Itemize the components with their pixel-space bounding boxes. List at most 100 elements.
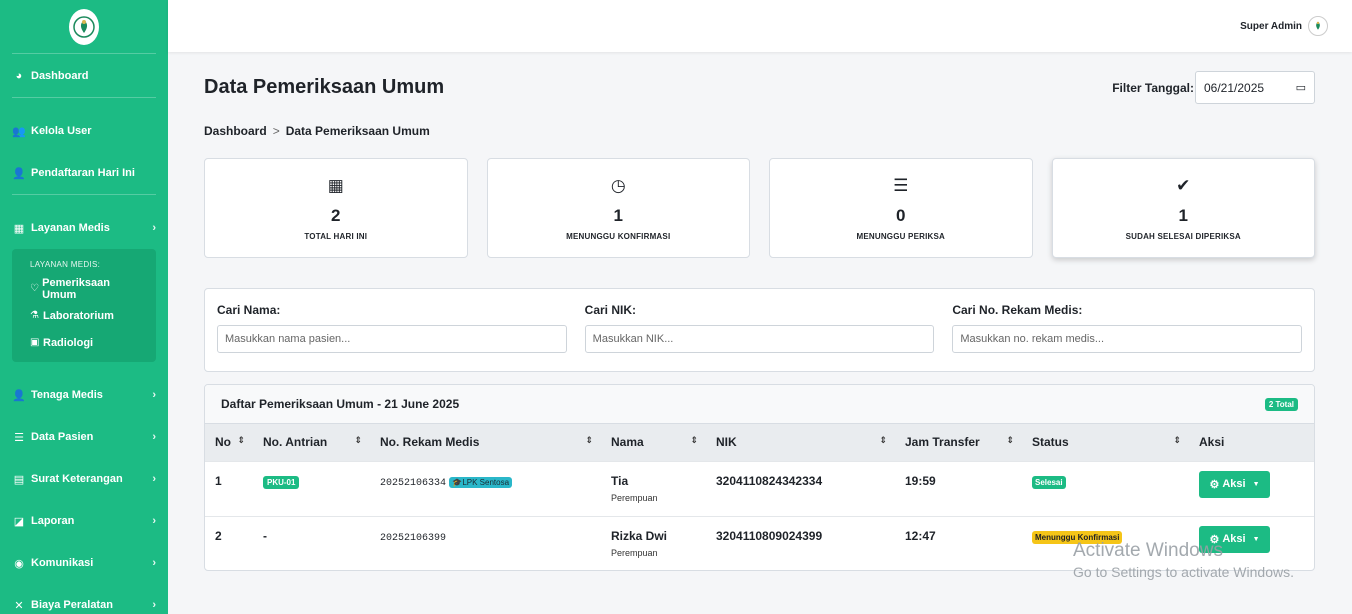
patient-gender: Perempuan xyxy=(611,492,658,503)
column-header-jam-transfer[interactable]: Jam Transfer ⇕ xyxy=(895,424,1022,461)
date-input[interactable]: 06/21/2025 ▭ xyxy=(1195,71,1315,104)
sort-icon[interactable]: ⇕ xyxy=(1006,435,1014,446)
search-rm-input[interactable] xyxy=(952,325,1303,353)
watermark-subtitle: Go to Settings to activate Windows. xyxy=(1073,564,1294,580)
table-row: 1 PKU-01 20252106334 🎓LPK Sentosa Tia Pe… xyxy=(205,460,1314,516)
stat-card-menunggu-periksa[interactable]: ☰ 0 MENUNGGU PERIKSA xyxy=(769,158,1033,258)
sidebar-item-laboratorium[interactable]: ⚗ Laboratorium xyxy=(12,302,156,329)
sidebar-item-pemeriksaan-umum[interactable]: ♡ Pemeriksaan Umum xyxy=(12,275,156,302)
stat-value: 0 xyxy=(896,205,906,225)
sort-icon[interactable]: ⇕ xyxy=(585,435,593,446)
sidebar-item-dashboard[interactable]: ◕ Dashboard xyxy=(0,55,168,97)
page-title: Data Pemeriksaan Umum xyxy=(204,76,445,98)
sidebar-item-layanan-medis[interactable]: ▦ Layanan Medis › xyxy=(0,207,168,249)
sort-icon[interactable]: ⇕ xyxy=(690,435,698,446)
stat-label: TOTAL HARI INI xyxy=(304,231,368,241)
calendar-picker-icon[interactable]: ▭ xyxy=(1296,81,1306,94)
table-title: Daftar Pemeriksaan Umum - 21 June 2025 xyxy=(221,397,460,411)
users-icon: 👥 xyxy=(12,125,26,138)
filter-label: Filter Tanggal: xyxy=(1112,80,1194,95)
column-label: NIK xyxy=(716,435,737,450)
search-nama-label: Cari Nama: xyxy=(217,303,281,317)
sidebar-item-tenaga-medis[interactable]: 👤 Tenaga Medis › xyxy=(0,374,168,416)
stat-card-total[interactable]: ▦ 2 TOTAL HARI INI xyxy=(204,158,468,258)
column-header-rekam-medis[interactable]: No. Rekam Medis ⇕ xyxy=(370,424,601,461)
gear-icon: ⚙ xyxy=(1209,478,1220,491)
file-icon: ▤ xyxy=(13,473,25,486)
cell-nik: 3204110824342334 xyxy=(706,460,895,516)
status-badge: Selesai xyxy=(1032,475,1066,489)
column-header-status[interactable]: Status ⇕ xyxy=(1022,424,1189,461)
column-header-nama[interactable]: Nama ⇕ xyxy=(601,424,706,461)
search-nik-label: Cari NIK: xyxy=(584,303,637,317)
xray-icon: ▣ xyxy=(30,337,40,348)
chart-icon: ◪ xyxy=(13,515,25,528)
cell-no: 1 xyxy=(205,460,253,516)
sort-icon[interactable]: ⇕ xyxy=(1173,435,1181,446)
avatar[interactable] xyxy=(1308,16,1328,36)
search-nama-input[interactable] xyxy=(217,325,567,353)
sort-icon[interactable]: ⇕ xyxy=(879,435,887,446)
sidebar-item-label: Data Pasien xyxy=(31,431,94,443)
logo[interactable] xyxy=(69,8,99,45)
sidebar-item-komunikasi[interactable]: ◉ Komunikasi › xyxy=(0,542,168,584)
breadcrumb-item-dashboard[interactable]: Dashboard xyxy=(204,124,267,138)
aksi-dropdown-button[interactable]: ⚙ Aksi ▼ xyxy=(1199,470,1270,498)
chevron-right-icon: › xyxy=(152,222,156,234)
sidebar-item-label: Tenaga Medis xyxy=(31,389,103,401)
cell-rekam-medis: 20252106334 🎓LPK Sentosa xyxy=(370,460,601,516)
lpk-badge: 🎓LPK Sentosa xyxy=(449,476,513,488)
avatar-emblem-icon xyxy=(1316,21,1320,30)
column-label: No. Rekam Medis xyxy=(380,435,480,450)
cell-jam-transfer: 12:47 xyxy=(895,515,1022,570)
table-header: Daftar Pemeriksaan Umum - 21 June 2025 2… xyxy=(205,385,1314,424)
watermark-title: Activate Windows xyxy=(1073,540,1223,561)
sidebar-item-radiologi[interactable]: ▣ Radiologi xyxy=(12,329,156,356)
aksi-label: Aksi xyxy=(1222,478,1246,490)
rekam-medis-value: 20252106399 xyxy=(380,532,447,544)
column-header-no[interactable]: No ⇕ xyxy=(205,424,253,461)
breadcrumb-item-current: Data Pemeriksaan Umum xyxy=(285,124,430,138)
sidebar-item-laporan[interactable]: ◪ Laporan › xyxy=(0,500,168,542)
search-nik-group: Cari NIK: xyxy=(584,303,935,371)
stat-value: 1 xyxy=(613,205,623,225)
sidebar-item-surat-keterangan[interactable]: ▤ Surat Keterangan › xyxy=(0,458,168,500)
stat-card-menunggu-konfirmasi[interactable]: ◷ 1 MENUNGGU KONFIRMASI xyxy=(486,158,750,258)
lpk-label: LPK Sentosa xyxy=(462,477,510,487)
search-nama-group: Cari Nama: xyxy=(217,303,567,371)
column-label: No. Antrian xyxy=(263,435,328,450)
stat-value: 2 xyxy=(331,205,341,225)
cell-antrian: PKU-01 xyxy=(253,460,370,516)
cell-nik: 3204110809024399 xyxy=(706,515,895,570)
patient-name: Tia xyxy=(611,473,629,488)
flask-icon: ⚗ xyxy=(30,310,39,321)
column-header-antrian[interactable]: No. Antrian ⇕ xyxy=(253,424,370,461)
dashboard-icon: ◕ xyxy=(15,70,23,82)
sidebar-item-label: Layanan Medis xyxy=(31,222,110,234)
cell-jam-transfer: 19:59 xyxy=(895,460,1022,516)
user-name[interactable]: Super Admin xyxy=(1240,21,1302,32)
search-nik-input[interactable] xyxy=(584,325,935,353)
sidebar-item-label: Laporan xyxy=(31,515,75,527)
sort-icon[interactable]: ⇕ xyxy=(354,435,362,446)
clock-icon: ◷ xyxy=(610,175,626,195)
windows-activation-watermark: Activate Windows Go to Settings to activ… xyxy=(1073,540,1294,580)
cell-aksi: ⚙ Aksi ▼ xyxy=(1189,460,1314,516)
sidebar-item-kelola-user[interactable]: 👥 Kelola User xyxy=(0,110,168,152)
submenu-heading: LAYANAN MEDIS: xyxy=(30,260,101,269)
column-header-nik[interactable]: NIK ⇕ xyxy=(706,424,895,461)
sort-icon[interactable]: ⇕ xyxy=(237,435,245,446)
sidebar-item-data-pasien[interactable]: ☰ Data Pasien › xyxy=(0,416,168,458)
chevron-right-icon: › xyxy=(152,557,156,569)
sidebar-item-pendaftaran[interactable]: 👤 Pendaftaran Hari Ini xyxy=(0,152,168,194)
user-icon: 👤 xyxy=(12,389,26,402)
submenu-item-label: Laboratorium xyxy=(43,309,114,322)
user-plus-icon: 👤 xyxy=(12,167,26,180)
total-badge: 2 Total xyxy=(1264,397,1298,411)
sidebar-item-label: Biaya Peralatan xyxy=(31,599,113,611)
stat-card-selesai[interactable]: ✔ 1 SUDAH SELESAI DIPERIKSA xyxy=(1051,158,1315,258)
sidebar-item-biaya-peralatan[interactable]: ✕ Biaya Peralatan › xyxy=(0,584,168,614)
cell-nama: Rizka Dwi Perempuan xyxy=(601,515,706,570)
cell-no: 2 xyxy=(205,515,253,570)
tools-icon: ✕ xyxy=(14,599,24,612)
